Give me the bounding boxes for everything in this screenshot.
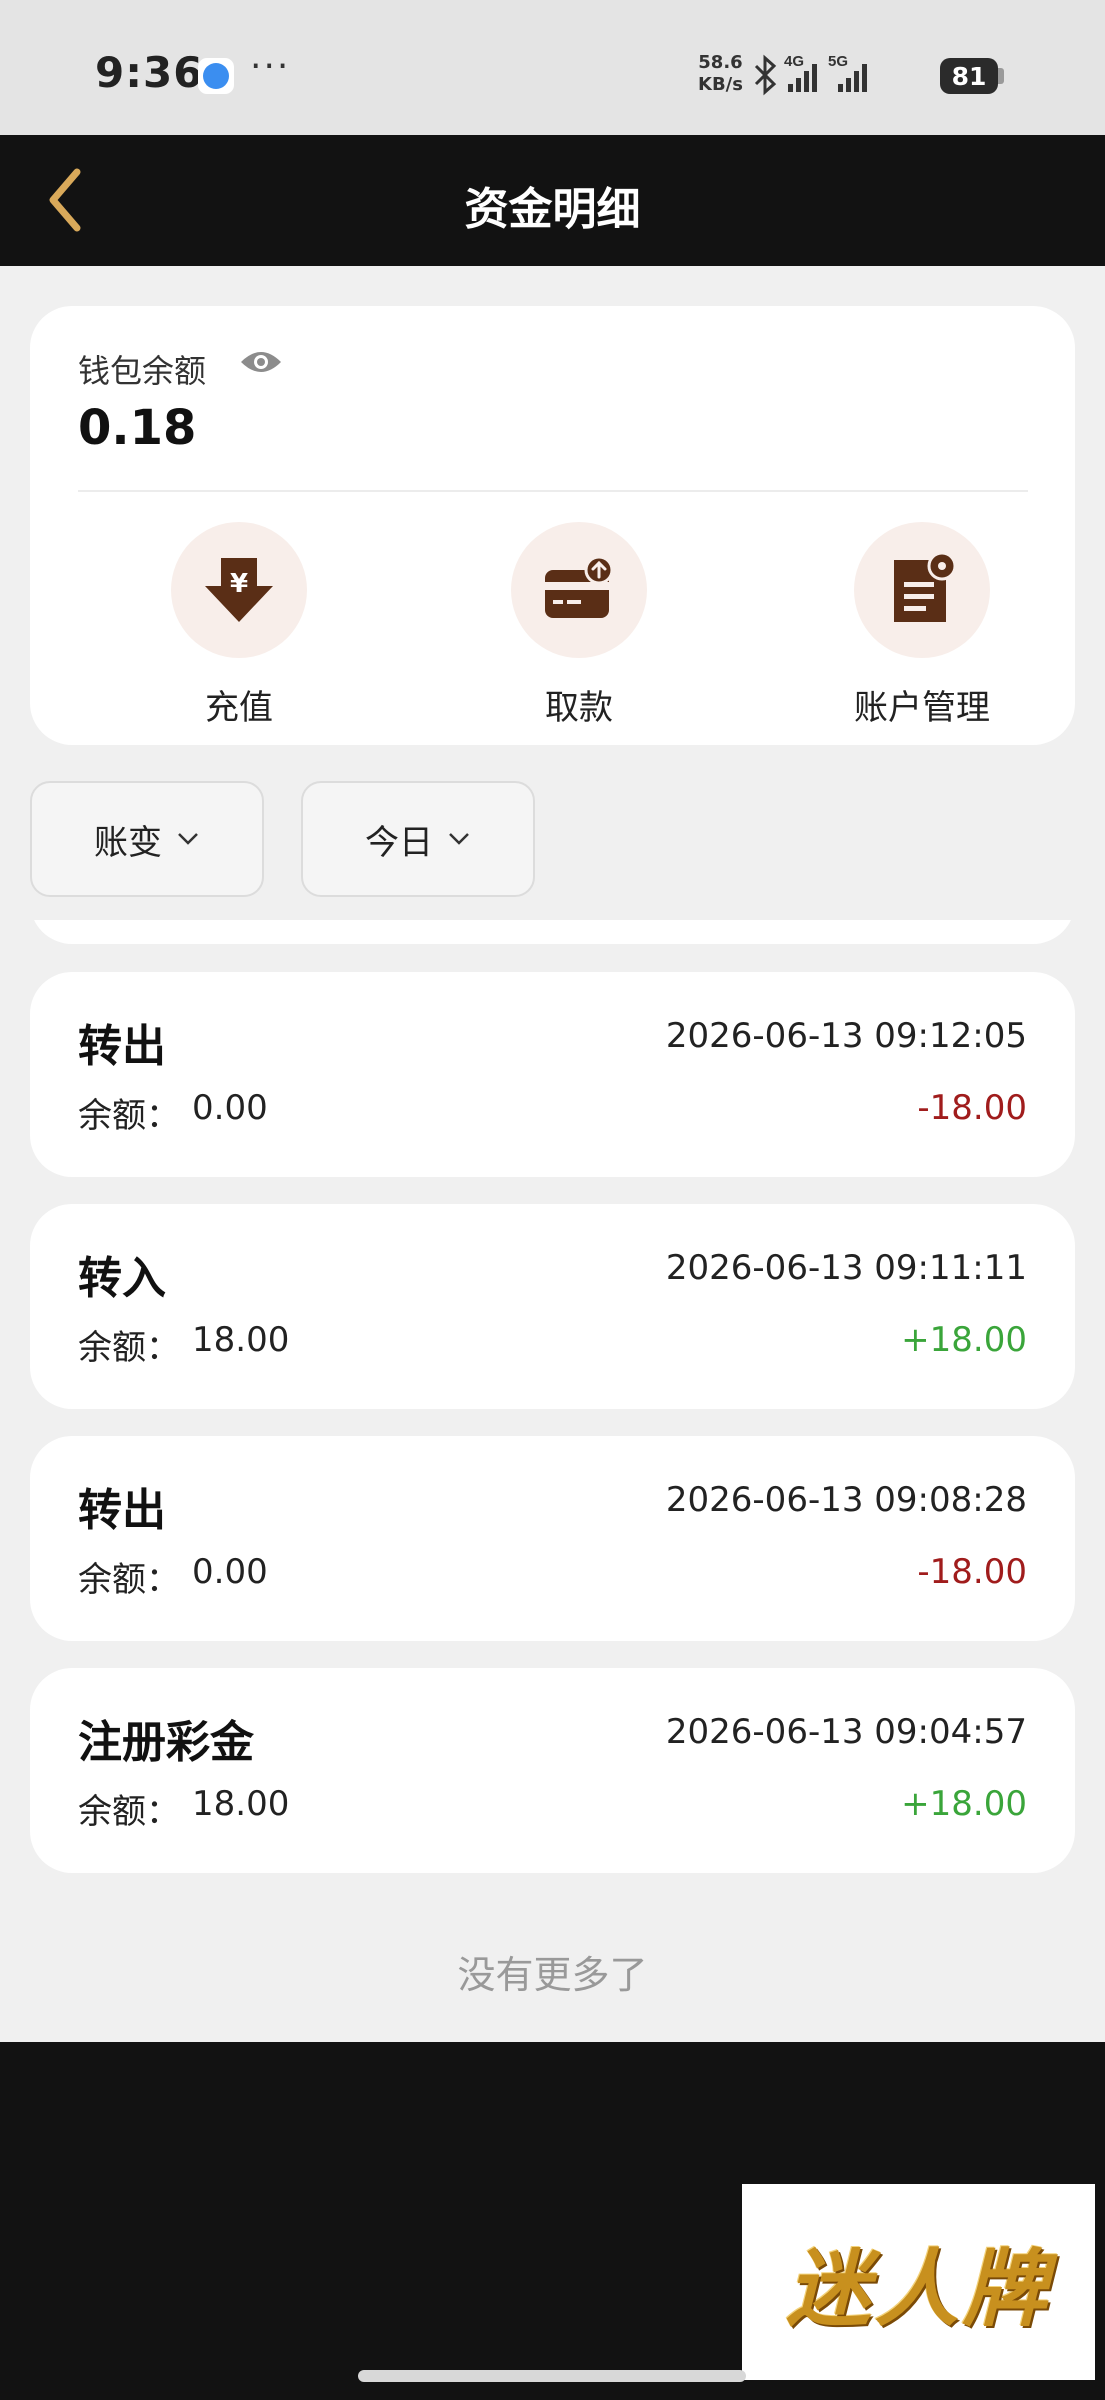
- no-more-text: 没有更多了: [457, 1953, 648, 1997]
- transaction-balance-label: 余额：: [78, 1096, 180, 1136]
- transaction-type: 注册彩金: [78, 1717, 254, 1768]
- network-speed: 58.6 KB/s: [698, 52, 743, 96]
- signal-label-5g: 5G: [828, 54, 848, 70]
- doc-gear-icon: [894, 552, 957, 622]
- account-management-label: 账户管理: [854, 688, 990, 728]
- list-item[interactable]: 转出 2026-06-13 09:08:28 余额： 0.00 -18.00: [30, 1436, 1075, 1641]
- withdraw-icon-circle: [511, 522, 647, 658]
- home-indicator[interactable]: [358, 2370, 746, 2382]
- chevron-down-icon: [449, 833, 469, 845]
- transaction-balance-value: 0.00: [192, 1552, 268, 1592]
- more-notifications-icon: ···: [250, 46, 291, 87]
- withdraw-label: 取款: [545, 688, 613, 728]
- recharge-label: 充值: [205, 688, 273, 728]
- transaction-time: 2026-06-13 09:08:28: [665, 1480, 1027, 1520]
- card-withdraw-icon: [545, 555, 614, 618]
- transaction-balance-value: 18.00: [192, 1320, 290, 1360]
- transaction-amount: +18.00: [901, 1784, 1027, 1824]
- page-title: 资金明细: [464, 184, 641, 235]
- wallet-balance-label: 钱包余额: [78, 352, 207, 390]
- transaction-time: 2026-06-13 09:04:57: [665, 1712, 1027, 1752]
- list-item-partial: [30, 920, 1075, 944]
- watermark-text: 迷人牌: [786, 2239, 1051, 2338]
- status-time: 9:36: [95, 48, 204, 97]
- transaction-list[interactable]: 转出 2026-06-13 09:12:05 余额： 0.00 -18.00 转…: [0, 920, 1105, 2040]
- chevron-down-icon: [178, 833, 198, 845]
- signal-label-4g: 4G: [784, 54, 804, 70]
- svg-text:¥: ¥: [230, 569, 248, 599]
- transaction-amount: -18.00: [917, 1552, 1027, 1592]
- transaction-balance-label: 余额：: [78, 1560, 180, 1600]
- app-notification-icon: [198, 58, 234, 94]
- wallet-balance-value: 0.18: [78, 400, 197, 456]
- filter-type-label: 账变: [94, 822, 162, 863]
- battery-cap: [998, 68, 1004, 84]
- list-item[interactable]: 转入 2026-06-13 09:11:11 余额： 18.00 +18.00: [30, 1204, 1075, 1409]
- account-management-icon-circle: [854, 522, 990, 658]
- nav-bar: 资金明细: [0, 135, 1105, 266]
- transaction-balance-label: 余额：: [78, 1328, 180, 1368]
- account-management-button[interactable]: 账户管理: [812, 522, 1032, 729]
- transaction-balance-label: 余额：: [78, 1792, 180, 1832]
- filter-type-dropdown[interactable]: 账变: [30, 781, 264, 897]
- transaction-time: 2026-06-13 09:11:11: [665, 1248, 1027, 1288]
- list-item[interactable]: 转出 2026-06-13 09:12:05 余额： 0.00 -18.00: [30, 972, 1075, 1177]
- divider: [78, 490, 1028, 492]
- status-bar: 9:36 ··· 58.6 KB/s 4G 5G 81: [0, 0, 1105, 135]
- transaction-balance-value: 18.00: [192, 1784, 290, 1824]
- transaction-amount: +18.00: [901, 1320, 1027, 1360]
- watermark-logo: 迷人牌: [742, 2184, 1095, 2380]
- transaction-balance-value: 0.00: [192, 1088, 268, 1128]
- withdraw-button[interactable]: 取款: [469, 522, 689, 729]
- transaction-type: 转出: [78, 1021, 166, 1072]
- network-speed-value: 58.6: [698, 52, 743, 73]
- transaction-amount: -18.00: [917, 1088, 1027, 1128]
- battery-indicator: 81: [940, 58, 998, 94]
- bluetooth-icon: [754, 54, 777, 96]
- transaction-time: 2026-06-13 09:12:05: [665, 1016, 1027, 1056]
- recharge-button[interactable]: ¥ 充值: [129, 522, 349, 729]
- transaction-type: 转出: [78, 1485, 166, 1536]
- eye-icon[interactable]: [239, 346, 283, 378]
- yuan-download-icon: ¥: [205, 558, 273, 622]
- list-item[interactable]: 注册彩金 2026-06-13 09:04:57 余额： 18.00 +18.0…: [30, 1668, 1075, 1873]
- transaction-type: 转入: [78, 1253, 166, 1304]
- filter-date-label: 今日: [365, 822, 433, 863]
- filter-date-dropdown[interactable]: 今日: [301, 781, 535, 897]
- recharge-icon-circle: ¥: [171, 522, 307, 658]
- signal-icons: 4G 5G: [754, 54, 867, 96]
- network-speed-unit: KB/s: [698, 74, 743, 95]
- wallet-card: 钱包余额 0.18 ¥ 充值 取款 账户管理: [30, 306, 1075, 745]
